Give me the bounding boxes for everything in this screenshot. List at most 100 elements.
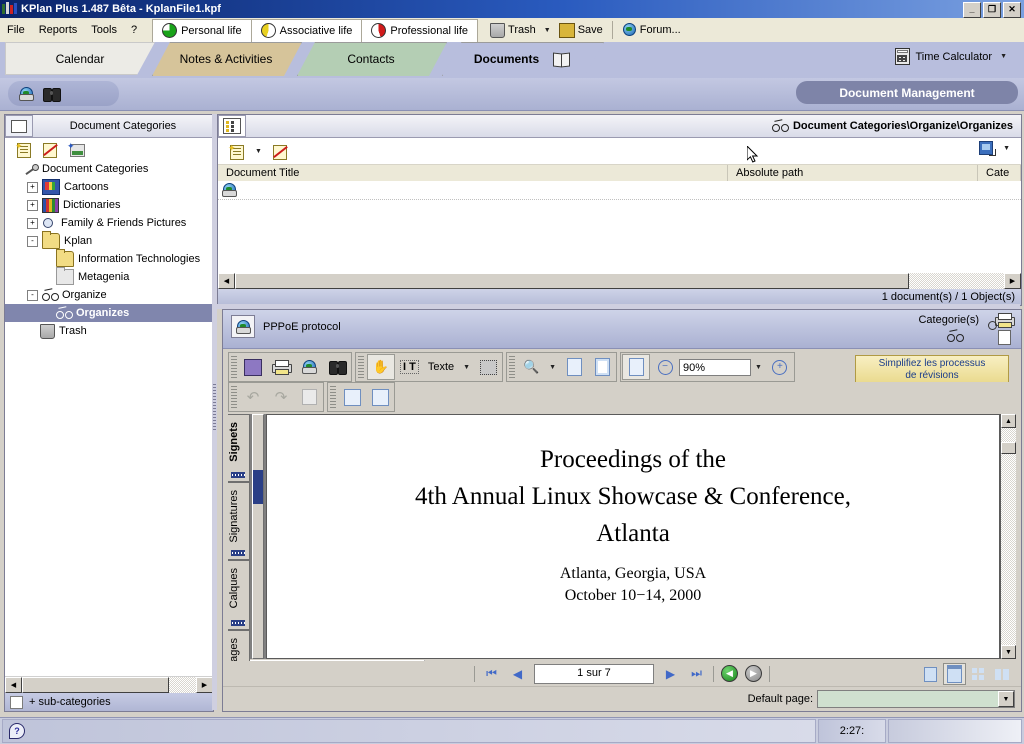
tree-item-cartoons[interactable]: + Cartoons [5, 178, 213, 196]
new-category-icon[interactable]: ✦ [15, 141, 33, 158]
tree-item-document-categories[interactable]: Document Categories [5, 160, 213, 178]
scroll-thumb[interactable] [22, 677, 169, 693]
life-tab-associative[interactable]: Associative life [250, 18, 363, 42]
column-absolute-path[interactable]: Absolute path [728, 165, 978, 181]
tree-expander-expand-icon[interactable]: + [27, 199, 38, 211]
menu-tools[interactable]: Tools [84, 21, 124, 39]
tree-item-kplan[interactable]: - Kplan [5, 231, 213, 250]
reader-print-button[interactable] [995, 313, 1015, 328]
zoom-level-dropdown-arrow-icon[interactable]: ▼ [751, 364, 766, 371]
reader-category-icon[interactable] [947, 329, 964, 345]
pdf-vertical-scrollbar[interactable]: ▲ ▼ [1000, 414, 1016, 659]
time-calculator-dropdown-arrow-icon[interactable]: ▼ [997, 53, 1010, 60]
pdf-panel-scrollbar[interactable] [252, 414, 264, 659]
toolbar-grip[interactable] [231, 386, 237, 408]
trash-dropdown-arrow-icon[interactable]: ▼ [541, 27, 554, 34]
menu-help[interactable]: ? [124, 21, 144, 39]
scroll-right-arrow-icon[interactable]: ▶ [1004, 273, 1021, 289]
documents-horizontal-scrollbar[interactable]: ◀ ▶ [218, 273, 1021, 289]
categories-horizontal-scrollbar[interactable]: ◀ ▶ [5, 676, 213, 693]
scroll-track[interactable] [909, 273, 1004, 289]
scroll-up-arrow-icon[interactable]: ▲ [1001, 414, 1016, 428]
column-category[interactable]: Cate [978, 165, 1021, 181]
tab-documents[interactable]: Documents [442, 42, 604, 76]
tree-expander-expand-icon[interactable]: + [27, 217, 38, 229]
categories-view-icon[interactable] [5, 115, 33, 137]
toolbar-forum-button[interactable]: Forum... [617, 19, 686, 41]
category-image-icon[interactable]: ✦ [67, 141, 85, 157]
text-tool-dropdown-arrow-icon[interactable]: ▼ [459, 364, 474, 371]
add-document-icon[interactable]: ✦ [228, 143, 246, 160]
binoculars-icon[interactable] [43, 87, 61, 102]
tree-item-information-technologies[interactable]: Information Technologies [5, 249, 213, 268]
redo-button[interactable]: ↷ [268, 385, 294, 409]
previous-view-button[interactable] [339, 385, 365, 409]
email-button[interactable] [296, 355, 322, 379]
export-icon[interactable] [979, 141, 997, 156]
copy-button[interactable] [296, 385, 322, 409]
toolbar-grip[interactable] [231, 356, 237, 378]
scroll-left-arrow-icon[interactable]: ◀ [218, 273, 235, 289]
tree-item-organizes[interactable]: Organizes [5, 304, 213, 322]
export-dropdown-arrow-icon[interactable]: ▼ [1000, 145, 1013, 152]
side-tab-signatures[interactable]: Signatures [228, 482, 250, 560]
scroll-left-arrow-icon[interactable]: ◀ [5, 677, 22, 693]
life-tab-professional[interactable]: Professional life [361, 18, 479, 42]
last-page-button[interactable]: ⏭ [687, 664, 706, 683]
text-select-button[interactable]: I T [397, 355, 422, 379]
tab-notes-activities[interactable]: Notes & Activities [152, 42, 302, 76]
zoom-input[interactable]: 90% [679, 358, 752, 376]
documents-view-icon[interactable] [218, 115, 246, 137]
side-tab-signets[interactable]: Signets [228, 414, 250, 482]
scroll-thumb[interactable] [1001, 442, 1016, 454]
continuous-facing-view-button[interactable] [991, 664, 1012, 684]
single-page-view-button[interactable] [920, 664, 941, 684]
sub-categories-filter[interactable]: + sub-categories [5, 693, 213, 711]
side-tab-calques[interactable]: Calques [228, 560, 250, 630]
table-row[interactable] [218, 181, 1021, 200]
next-view-button[interactable] [367, 385, 393, 409]
hand-tool-button[interactable]: ✋ [367, 354, 395, 380]
chevron-down-icon[interactable]: ▼ [998, 691, 1014, 707]
default-page-select[interactable]: ▼ [817, 690, 1015, 708]
time-calculator-button[interactable]: Time Calculator ▼ [895, 48, 1010, 65]
remove-document-icon[interactable] [271, 144, 289, 160]
toolbar-grip[interactable] [509, 356, 516, 378]
search-button[interactable] [324, 355, 350, 379]
toolbar-save-button[interactable]: Save [554, 19, 608, 41]
toolbar-grip[interactable] [358, 356, 364, 378]
scroll-down-arrow-icon[interactable]: ▼ [1001, 645, 1016, 659]
next-page-button[interactable]: ▶ [661, 664, 680, 683]
undo-button[interactable]: ↶ [240, 385, 266, 409]
print-button[interactable] [268, 355, 294, 379]
scroll-right-arrow-icon[interactable]: ▶ [196, 677, 213, 693]
continuous-view-button[interactable] [943, 663, 966, 685]
tab-calendar[interactable]: Calendar [5, 42, 155, 75]
restore-button[interactable]: ❐ [983, 2, 1001, 18]
tree-item-metagenia[interactable]: Metagenia [5, 267, 213, 286]
scroll-thumb[interactable] [235, 273, 909, 289]
menu-file[interactable]: File [0, 21, 32, 39]
toolbar-trash-button[interactable]: Trash [485, 19, 541, 41]
close-button[interactable]: ✕ [1003, 2, 1021, 18]
facing-view-button[interactable] [968, 664, 989, 684]
actual-size-button[interactable] [561, 355, 587, 379]
tree-item-dictionaries[interactable]: + Dictionaries [5, 196, 213, 214]
go-back-button[interactable]: ◀ [721, 665, 738, 682]
page-indicator-input[interactable]: 1 sur 7 [534, 663, 654, 684]
category-tree[interactable]: Document Categories + Cartoons + Dictionarie… [5, 160, 213, 675]
snapshot-button[interactable] [475, 355, 501, 379]
scroll-track[interactable] [169, 677, 196, 693]
zoom-out-button[interactable]: − [652, 355, 678, 379]
tree-expander-collapse-icon[interactable]: - [27, 289, 38, 301]
fit-width-button[interactable] [622, 354, 651, 380]
menu-reports[interactable]: Reports [32, 21, 85, 39]
zoom-in-button[interactable]: + [767, 355, 793, 379]
zoom-tool-button[interactable]: 🔍 [518, 355, 544, 379]
sub-categories-checkbox[interactable] [10, 695, 23, 709]
delete-category-icon[interactable] [41, 142, 59, 158]
tree-item-trash[interactable]: Trash [5, 322, 213, 340]
tree-item-family-friends-pictures[interactable]: + Family & Friends Pictures [5, 214, 213, 232]
save-button[interactable] [240, 355, 266, 379]
add-document-dropdown-arrow-icon[interactable]: ▼ [252, 148, 265, 155]
